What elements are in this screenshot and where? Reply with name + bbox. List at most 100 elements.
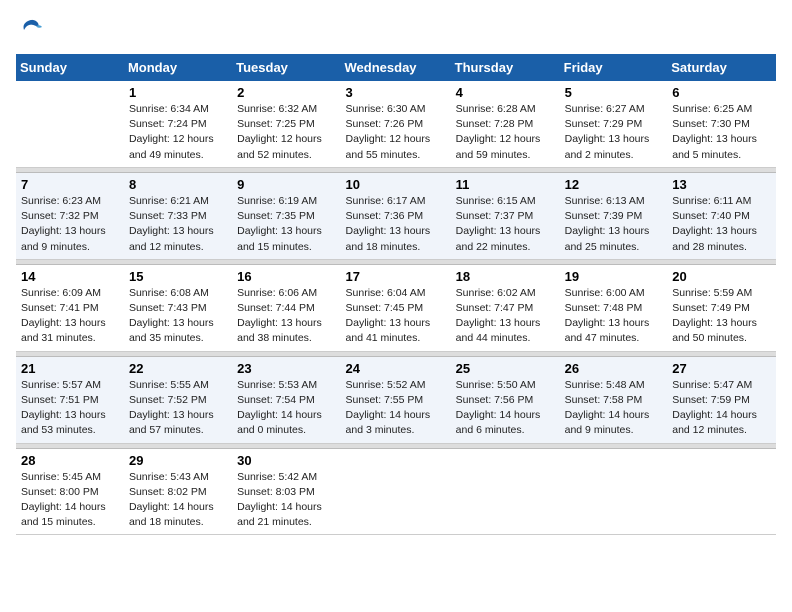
calendar-day-cell: 4 Sunrise: 6:28 AMSunset: 7:28 PMDaylight… [451,81,560,167]
day-number: 3 [346,85,446,100]
day-number: 7 [21,177,119,192]
calendar-day-cell: 1 Sunrise: 6:34 AMSunset: 7:24 PMDaylight… [124,81,232,167]
calendar-day-cell: 2 Sunrise: 6:32 AMSunset: 7:25 PMDaylight… [232,81,340,167]
day-info: Sunrise: 5:57 AMSunset: 7:51 PMDaylight:… [21,378,119,439]
day-info: Sunrise: 6:06 AMSunset: 7:44 PMDaylight:… [237,286,335,347]
day-info: Sunrise: 6:04 AMSunset: 7:45 PMDaylight:… [346,286,446,347]
day-number: 6 [672,85,771,100]
calendar-day-cell: 16 Sunrise: 6:06 AMSunset: 7:44 PMDayligh… [232,264,340,351]
day-number: 24 [346,361,446,376]
day-info: Sunrise: 6:34 AMSunset: 7:24 PMDaylight:… [129,102,227,163]
calendar-day-cell: 13 Sunrise: 6:11 AMSunset: 7:40 PMDayligh… [667,172,776,259]
day-number: 29 [129,453,227,468]
day-info: Sunrise: 5:52 AMSunset: 7:55 PMDaylight:… [346,378,446,439]
day-info: Sunrise: 5:53 AMSunset: 7:54 PMDaylight:… [237,378,335,439]
day-info: Sunrise: 6:00 AMSunset: 7:48 PMDaylight:… [565,286,663,347]
day-number: 14 [21,269,119,284]
day-info: Sunrise: 5:47 AMSunset: 7:59 PMDaylight:… [672,378,771,439]
day-info: Sunrise: 5:42 AMSunset: 8:03 PMDaylight:… [237,470,335,531]
day-number: 22 [129,361,227,376]
day-number: 26 [565,361,663,376]
calendar-day-cell: 9 Sunrise: 6:19 AMSunset: 7:35 PMDaylight… [232,172,340,259]
day-number: 17 [346,269,446,284]
calendar-week-row: 14 Sunrise: 6:09 AMSunset: 7:41 PMDayligh… [16,264,776,351]
day-info: Sunrise: 5:55 AMSunset: 7:52 PMDaylight:… [129,378,227,439]
day-number: 9 [237,177,335,192]
calendar-day-cell: 6Sunrise: 6:25 AMSunset: 7:30 PMDaylight… [667,81,776,167]
calendar-day-cell: 18 Sunrise: 6:02 AMSunset: 7:47 PMDayligh… [451,264,560,351]
calendar-day-cell: 29Sunrise: 5:43 AMSunset: 8:02 PMDayligh… [124,448,232,535]
weekday-header: Tuesday [232,54,340,81]
calendar-day-cell: 19Sunrise: 6:00 AMSunset: 7:48 PMDayligh… [560,264,668,351]
day-number: 13 [672,177,771,192]
day-number: 10 [346,177,446,192]
weekday-header: Saturday [667,54,776,81]
day-number: 28 [21,453,119,468]
day-number: 2 [237,85,335,100]
calendar-day-cell: 12 Sunrise: 6:13 AMSunset: 7:39 PMDayligh… [560,172,668,259]
day-number: 12 [565,177,663,192]
day-number: 11 [456,177,555,192]
calendar-day-cell: 11Sunrise: 6:15 AMSunset: 7:37 PMDayligh… [451,172,560,259]
day-info: Sunrise: 5:48 AMSunset: 7:58 PMDaylight:… [565,378,663,439]
day-number: 18 [456,269,555,284]
day-number: 21 [21,361,119,376]
calendar-day-cell: 26 Sunrise: 5:48 AMSunset: 7:58 PMDayligh… [560,356,668,443]
day-info: Sunrise: 5:50 AMSunset: 7:56 PMDaylight:… [456,378,555,439]
day-info: Sunrise: 5:59 AMSunset: 7:49 PMDaylight:… [672,286,771,347]
day-info: Sunrise: 6:09 AMSunset: 7:41 PMDaylight:… [21,286,119,347]
day-number: 8 [129,177,227,192]
calendar-table: SundayMondayTuesdayWednesdayThursdayFrid… [16,54,776,535]
day-info: Sunrise: 6:21 AMSunset: 7:33 PMDaylight:… [129,194,227,255]
day-number: 27 [672,361,771,376]
calendar-day-cell: 24 Sunrise: 5:52 AMSunset: 7:55 PMDayligh… [341,356,451,443]
day-info: Sunrise: 6:08 AMSunset: 7:43 PMDaylight:… [129,286,227,347]
calendar-week-row: 28 Sunrise: 5:45 AMSunset: 8:00 PMDayligh… [16,448,776,535]
calendar-day-cell: 7 Sunrise: 6:23 AMSunset: 7:32 PMDaylight… [16,172,124,259]
logo-text [16,16,46,42]
calendar-day-cell: 10 Sunrise: 6:17 AMSunset: 7:36 PMDayligh… [341,172,451,259]
day-number: 30 [237,453,335,468]
calendar-day-cell [16,81,124,167]
calendar-day-cell: 22 Sunrise: 5:55 AMSunset: 7:52 PMDayligh… [124,356,232,443]
day-number: 20 [672,269,771,284]
weekday-header: Monday [124,54,232,81]
day-info: Sunrise: 6:28 AMSunset: 7:28 PMDaylight:… [456,102,555,163]
day-info: Sunrise: 6:23 AMSunset: 7:32 PMDaylight:… [21,194,119,255]
weekday-header: Friday [560,54,668,81]
calendar-day-cell: 17 Sunrise: 6:04 AMSunset: 7:45 PMDayligh… [341,264,451,351]
calendar-day-cell: 27 Sunrise: 5:47 AMSunset: 7:59 PMDayligh… [667,356,776,443]
day-info: Sunrise: 6:13 AMSunset: 7:39 PMDaylight:… [565,194,663,255]
calendar-day-cell: 20 Sunrise: 5:59 AMSunset: 7:49 PMDayligh… [667,264,776,351]
calendar-day-cell: 14 Sunrise: 6:09 AMSunset: 7:41 PMDayligh… [16,264,124,351]
day-info: Sunrise: 6:11 AMSunset: 7:40 PMDaylight:… [672,194,771,255]
day-number: 1 [129,85,227,100]
day-number: 5 [565,85,663,100]
logo-bird-icon [18,16,44,42]
calendar-week-row: 1 Sunrise: 6:34 AMSunset: 7:24 PMDaylight… [16,81,776,167]
day-info: Sunrise: 6:27 AMSunset: 7:29 PMDaylight:… [565,102,663,163]
day-info: Sunrise: 5:45 AMSunset: 8:00 PMDaylight:… [21,470,119,531]
day-number: 16 [237,269,335,284]
calendar-week-row: 7 Sunrise: 6:23 AMSunset: 7:32 PMDaylight… [16,172,776,259]
calendar-day-cell: 30 Sunrise: 5:42 AMSunset: 8:03 PMDayligh… [232,448,340,535]
calendar-day-cell [560,448,668,535]
day-info: Sunrise: 6:32 AMSunset: 7:25 PMDaylight:… [237,102,335,163]
day-number: 15 [129,269,227,284]
calendar-day-cell: 3Sunrise: 6:30 AMSunset: 7:26 PMDaylight… [341,81,451,167]
calendar-header-row: SundayMondayTuesdayWednesdayThursdayFrid… [16,54,776,81]
calendar-day-cell [667,448,776,535]
calendar-day-cell: 21 Sunrise: 5:57 AMSunset: 7:51 PMDayligh… [16,356,124,443]
calendar-day-cell: 28 Sunrise: 5:45 AMSunset: 8:00 PMDayligh… [16,448,124,535]
day-info: Sunrise: 6:17 AMSunset: 7:36 PMDaylight:… [346,194,446,255]
day-info: Sunrise: 6:02 AMSunset: 7:47 PMDaylight:… [456,286,555,347]
day-info: Sunrise: 6:19 AMSunset: 7:35 PMDaylight:… [237,194,335,255]
logo [16,16,46,42]
day-number: 23 [237,361,335,376]
calendar-day-cell: 15 Sunrise: 6:08 AMSunset: 7:43 PMDayligh… [124,264,232,351]
day-number: 4 [456,85,555,100]
weekday-header: Wednesday [341,54,451,81]
calendar-day-cell [451,448,560,535]
calendar-day-cell: 23 Sunrise: 5:53 AMSunset: 7:54 PMDayligh… [232,356,340,443]
calendar-day-cell: 25Sunrise: 5:50 AMSunset: 7:56 PMDayligh… [451,356,560,443]
